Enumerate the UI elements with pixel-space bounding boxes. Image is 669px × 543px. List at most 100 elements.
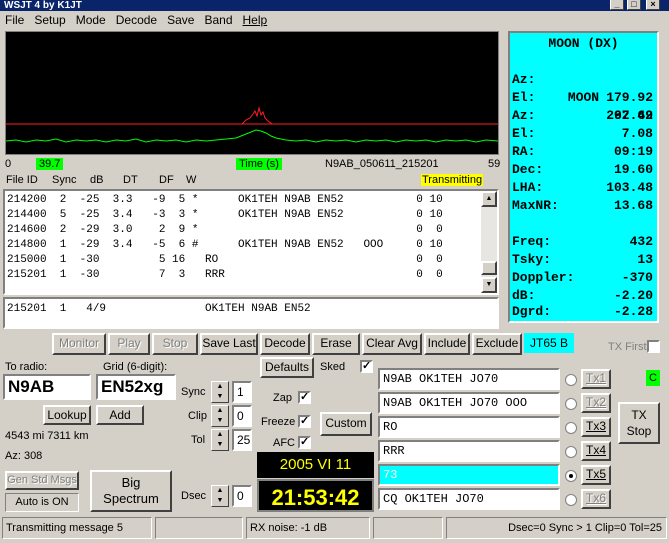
save-last-button[interactable]: Save Last: [200, 333, 258, 355]
moon-row-value: 7.08: [621, 126, 653, 141]
tx3-radio[interactable]: [565, 422, 577, 434]
moon-row-value: 292.42: [606, 108, 653, 123]
scroll-up-icon[interactable]: ▲: [481, 191, 497, 207]
menu-file[interactable]: File: [0, 11, 29, 27]
auto-on-button[interactable]: Auto is ON: [5, 493, 79, 512]
tx-stop-button[interactable]: TX Stop: [618, 402, 660, 444]
tx1-message[interactable]: N9AB OK1TEH JO70: [378, 368, 560, 390]
tx6-radio[interactable]: [565, 494, 577, 506]
to-radio-field[interactable]: N9AB: [3, 374, 91, 400]
moon-row: LHA: 103.48: [512, 179, 653, 197]
clear-avg-button[interactable]: Clear Avg: [362, 333, 422, 355]
tx2-message[interactable]: N9AB OK1TEH JO70 OOO: [378, 392, 560, 414]
tx2-radio[interactable]: [565, 398, 577, 410]
grid-field[interactable]: EN52xg: [96, 374, 176, 400]
decode-scrollbar[interactable]: ▲ ▼: [481, 191, 497, 293]
moon-row-label: RA:: [512, 144, 536, 159]
tx6-button[interactable]: Tx6: [581, 489, 611, 509]
tx5-message[interactable]: 73: [378, 464, 560, 486]
play-button[interactable]: Play: [108, 333, 150, 355]
scroll-thumb[interactable]: [481, 261, 497, 275]
menu-mode[interactable]: Mode: [71, 11, 111, 27]
transmitting-badge: Transmitting: [421, 174, 484, 186]
menu-help[interactable]: Help: [238, 11, 273, 27]
monitor-button[interactable]: Monitor: [52, 333, 106, 355]
decode-list[interactable]: 214200 2 -25 3.3 -9 5 * OK1TEH N9AB EN52…: [3, 189, 499, 295]
decode-row[interactable]: 215201 1 -30 7 3 RRR 0 0: [7, 269, 443, 281]
moon-dx-title: MOON (DX): [548, 36, 619, 51]
exclude-button[interactable]: Exclude: [472, 333, 522, 355]
stop-button[interactable]: Stop: [152, 333, 198, 355]
moon-dx-az-row: Az: 179.92: [512, 53, 653, 105]
tol-value[interactable]: 25: [232, 429, 252, 451]
add-button[interactable]: Add: [96, 405, 144, 425]
decode-row[interactable]: 214400 5 -25 3.4 -3 3 * OK1TEH N9AB EN52…: [7, 209, 443, 221]
menu-band[interactable]: Band: [199, 11, 237, 27]
freeze-label: Freeze: [261, 416, 296, 428]
menu-decode[interactable]: Decode: [111, 11, 162, 27]
big-spectrum-button[interactable]: Big Spectrum: [90, 470, 172, 512]
maximize-icon[interactable]: □: [627, 0, 641, 10]
minimize-icon[interactable]: _: [610, 0, 624, 10]
tx3-button[interactable]: Tx3: [581, 417, 611, 437]
close-icon[interactable]: ×: [646, 0, 660, 10]
moon-row: Freq: 432: [512, 233, 653, 251]
sked-checkbox[interactable]: ✓: [360, 360, 373, 373]
clip-spinner[interactable]: ▲ ▼: [211, 405, 229, 427]
col-sync: Sync: [52, 174, 77, 186]
dsec-spinner[interactable]: ▲ ▼: [211, 485, 229, 507]
tx4-radio[interactable]: [565, 446, 577, 458]
average-panel: 215201 1 4/9 OK1TEH N9AB EN52: [3, 297, 499, 329]
decode-row[interactable]: 215000 1 -30 5 16 RO 0 0: [7, 254, 443, 266]
tx3-message[interactable]: RO: [378, 416, 560, 438]
freeze-checkbox[interactable]: ✓: [298, 415, 311, 428]
include-button[interactable]: Include: [424, 333, 470, 355]
moon-row-value: -370: [621, 270, 653, 285]
menu-setup[interactable]: Setup: [29, 11, 70, 27]
moon-dx-el-row: El: 67.69: [512, 71, 653, 123]
window-title: WSJT 4 by K1JT: [4, 0, 82, 11]
moon-row-label: Tsky:: [512, 252, 552, 267]
status-message: Transmitting message 5: [2, 517, 152, 539]
sync-value[interactable]: 1: [232, 381, 252, 403]
tx1-button[interactable]: Tx1: [581, 369, 611, 389]
sync-spinner[interactable]: ▲ ▼: [211, 381, 229, 403]
scale-left: 0: [5, 158, 12, 170]
menu-save[interactable]: Save: [162, 11, 199, 27]
erase-button[interactable]: Erase: [312, 333, 360, 355]
tx4-button[interactable]: Tx4: [581, 441, 611, 461]
zap-checkbox[interactable]: ✓: [298, 391, 311, 404]
afc-checkbox[interactable]: ✓: [298, 436, 311, 449]
tx5-radio[interactable]: [565, 470, 577, 482]
tx4-message[interactable]: RRR: [378, 440, 560, 462]
tx-first-checkbox[interactable]: [647, 340, 660, 353]
moon-row-value: 19.60: [613, 162, 653, 177]
tx6-message[interactable]: CQ OK1TEH JO70: [378, 488, 560, 510]
tx1-radio[interactable]: [565, 374, 577, 386]
decode-row[interactable]: 214800 1 -29 3.4 -5 6 # OK1TEH N9AB EN52…: [7, 239, 443, 251]
dt-marker: 39.7: [36, 158, 64, 170]
lookup-button[interactable]: Lookup: [43, 405, 91, 425]
defaults-button[interactable]: Defaults: [260, 357, 314, 378]
tol-spinner[interactable]: ▲ ▼: [211, 429, 229, 451]
tx2-button[interactable]: Tx2: [581, 393, 611, 413]
decode-button[interactable]: Decode: [260, 333, 310, 355]
moon-row: Doppler: -370: [512, 269, 653, 287]
status-rx-noise: RX noise: -1 dB: [246, 517, 370, 539]
custom-button[interactable]: Custom: [320, 412, 372, 436]
recording-filename: N9AB_050611_215201: [325, 158, 439, 170]
decode-row[interactable]: 214600 2 -29 3.0 2 9 * 0 0: [7, 224, 443, 236]
decode-row[interactable]: 214200 2 -25 3.3 -9 5 * OK1TEH N9AB EN52…: [7, 194, 443, 206]
scroll-down-icon[interactable]: ▼: [481, 277, 497, 293]
clip-value[interactable]: 0: [232, 405, 252, 427]
dsec-label: Dsec: [181, 490, 207, 502]
tx5-button[interactable]: Tx5: [581, 465, 611, 485]
dsec-value[interactable]: 0: [232, 485, 252, 507]
gen-std-msgs-button[interactable]: Gen Std Msgs: [5, 471, 79, 490]
afc-label: AFC: [273, 437, 295, 449]
status-empty-2: [373, 517, 443, 539]
moon-row: Az: 292.42: [512, 107, 653, 125]
moon-row-value: 13: [637, 252, 653, 267]
moon-row-value: -2.28: [613, 304, 653, 319]
spectrum-display[interactable]: [5, 31, 499, 155]
